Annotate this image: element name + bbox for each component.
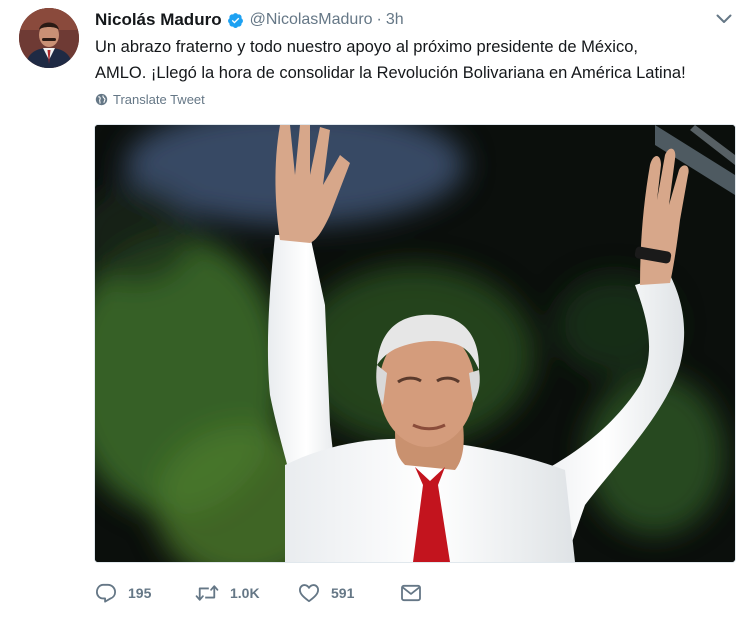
translate-tweet-link[interactable]: Translate Tweet	[95, 90, 205, 108]
reply-button[interactable]: 195	[95, 580, 151, 606]
retweet-count: 1.0K	[230, 585, 260, 601]
chevron-down-icon	[716, 14, 732, 23]
like-button[interactable]: 591	[298, 580, 354, 606]
envelope-icon	[401, 584, 421, 602]
tweet-options-caret[interactable]	[712, 9, 736, 29]
tweet-card[interactable]: Nicolás Maduro @NicolasMaduro · 3h Un ab…	[0, 0, 747, 620]
heart-icon	[298, 584, 319, 603]
reply-count: 195	[128, 585, 152, 601]
tweet-text: Un abrazo fraterno y todo nuestro apoyo …	[95, 34, 735, 86]
tweet-text-line: Un abrazo fraterno y todo nuestro apoyo …	[95, 38, 638, 56]
reply-icon	[96, 583, 116, 603]
like-count: 591	[331, 585, 355, 601]
tweet-text-line: AMLO. ¡Llegó la hora de consolidar la Re…	[95, 64, 686, 82]
author-name[interactable]: Nicolás Maduro	[95, 10, 222, 30]
author-avatar[interactable]	[19, 8, 79, 68]
globe-icon	[95, 93, 108, 105]
retweet-icon	[195, 585, 219, 601]
header-separator: ·	[376, 11, 382, 28]
avatar-image	[19, 8, 79, 68]
direct-message-button[interactable]	[400, 580, 422, 606]
tweet-timestamp[interactable]: 3h	[386, 11, 404, 29]
translate-label: Translate Tweet	[113, 91, 205, 107]
photo-image	[95, 125, 735, 562]
retweet-button[interactable]: 1.0K	[195, 580, 260, 606]
verified-badge-icon	[227, 12, 243, 28]
author-handle[interactable]: @NicolasMaduro	[250, 11, 373, 29]
tweet-photo[interactable]	[94, 124, 736, 563]
tweet-header: Nicolás Maduro @NicolasMaduro · 3h	[95, 8, 404, 32]
